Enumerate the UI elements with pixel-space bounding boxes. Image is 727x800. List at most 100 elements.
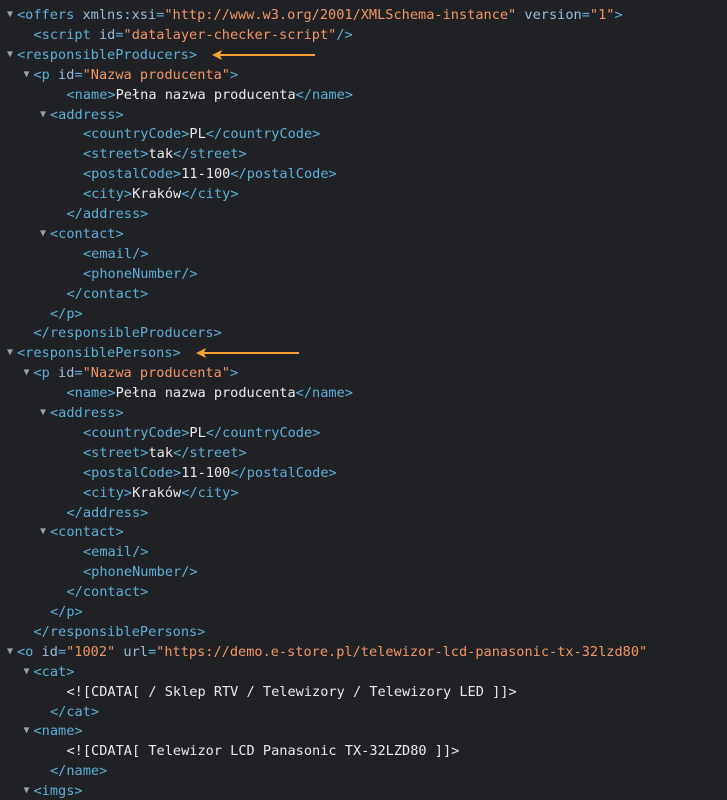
- xml-line: <email/>: [83, 244, 148, 264]
- xml-line: <countryCode>PL</countryCode>: [83, 423, 320, 443]
- xml-tree-viewer: ▼ <offers xmlns:xsi="http://www.w3.org/20…: [0, 0, 727, 800]
- xml-tag: </street>: [173, 444, 247, 461]
- xml-tag: </countryCode>: [205, 126, 321, 143]
- xml-tag: <city>: [83, 484, 133, 501]
- xml-text: PL: [189, 424, 206, 441]
- xml-line: <name>Pełna nazwa producenta</name>: [67, 383, 353, 403]
- xml-tag: </countryCode>: [205, 424, 321, 441]
- xml-tag: </contact>: [66, 285, 149, 302]
- xml-tag: =: [581, 7, 590, 23]
- xml-line[interactable]: ▼ <address>: [36, 403, 124, 423]
- expand-toggle-icon[interactable]: ▼: [20, 65, 34, 85]
- xml-tag: </address>: [66, 206, 149, 222]
- expand-toggle-icon[interactable]: ▼: [20, 781, 34, 800]
- expand-toggle-icon[interactable]: ▼: [3, 642, 17, 662]
- xml-line: </address>: [67, 503, 149, 523]
- xml-tag: <phoneNumber/>: [83, 564, 198, 581]
- xml-tag: </name>: [295, 385, 353, 402]
- xml-text: tak: [148, 146, 174, 163]
- expand-toggle-icon[interactable]: ▼: [20, 662, 34, 682]
- expand-toggle-icon[interactable]: ▼: [3, 343, 17, 363]
- xml-line[interactable]: ▼ <imgs>: [20, 781, 83, 800]
- xml-attr-value: "Nazwa producenta": [82, 66, 230, 83]
- xml-attr-name: xmlns:xsi: [74, 7, 157, 23]
- xml-text: Kraków: [132, 484, 182, 501]
- xml-tag: </contact>: [66, 584, 149, 601]
- xml-tag: </name>: [295, 86, 353, 103]
- xml-line[interactable]: ▼ <p id="Nazwa producenta">: [20, 363, 239, 383]
- xml-tag: <contact>: [50, 225, 124, 242]
- xml-line: <![CDATA[ / Sklep RTV / Telewizory / Tel…: [67, 682, 517, 702]
- xml-text: Pełna nazwa producenta: [115, 86, 296, 103]
- xml-line[interactable]: ▼ <responsiblePersons>: [3, 343, 181, 363]
- expand-toggle-icon[interactable]: ▼: [36, 224, 50, 244]
- xml-tag: >: [229, 365, 239, 382]
- xml-line: <phoneNumber/>: [83, 562, 198, 582]
- xml-tag: <email/>: [83, 245, 149, 262]
- xml-tag: <contact>: [50, 524, 124, 541]
- xml-text: Kraków: [132, 186, 182, 203]
- xml-line[interactable]: ▼ <contact>: [36, 224, 124, 244]
- xml-line: <email/>: [83, 542, 148, 562]
- xml-tag: <street>: [83, 146, 149, 163]
- xml-tag: </address>: [66, 504, 149, 521]
- xml-line[interactable]: ▼ <offers xmlns:xsi = "http://www.w3.org/20…: [3, 5, 623, 25]
- xml-tag: </city>: [181, 484, 239, 501]
- xml-line: </contact>: [67, 284, 149, 304]
- xml-text: <![CDATA[ / Sklep RTV / Telewizory / Tel…: [66, 683, 517, 700]
- xml-tag: <responsibleProducers>: [17, 46, 198, 63]
- xml-text: Pełna nazwa producenta: [115, 385, 296, 402]
- expand-toggle-icon[interactable]: ▼: [36, 522, 50, 542]
- xml-line[interactable]: ▼ <responsibleProducers>: [3, 45, 197, 65]
- expand-toggle-icon[interactable]: ▼: [36, 403, 50, 423]
- xml-tag: <imgs>: [33, 783, 83, 800]
- xml-tag: <countryCode>: [83, 126, 190, 143]
- xml-tag: <countryCode>: [83, 424, 190, 441]
- xml-line: <name>Pełna nazwa producenta</name>: [67, 85, 353, 105]
- xml-line: <city>Kraków</city>: [83, 483, 239, 503]
- xml-line[interactable]: ▼ <contact>: [36, 522, 124, 542]
- xml-tag: </city>: [181, 186, 239, 203]
- xml-line: </p>: [50, 304, 83, 324]
- xml-tag: <p: [33, 365, 50, 382]
- xml-tag: </name>: [50, 763, 108, 780]
- xml-tag: <name>: [33, 723, 83, 740]
- xml-text: PL: [189, 126, 206, 143]
- xml-tag: <phoneNumber/>: [83, 265, 198, 282]
- xml-line: <postalCode>11-100</postalCode>: [83, 164, 337, 184]
- xml-tag: <name>: [66, 86, 116, 103]
- expand-toggle-icon[interactable]: ▼: [3, 5, 17, 25]
- xml-tag: </p>: [50, 604, 83, 620]
- xml-tag: </postalCode>: [230, 166, 337, 183]
- xml-attr-name: id: [49, 365, 75, 382]
- xml-line[interactable]: ▼ <name>: [20, 721, 83, 741]
- xml-tag: />: [336, 26, 353, 43]
- annotation-arrow-icon: [195, 348, 299, 359]
- xml-line[interactable]: ▼ <p id="Nazwa producenta">: [20, 65, 239, 85]
- xml-tag: </p>: [50, 305, 83, 322]
- xml-line: </address>: [67, 204, 149, 224]
- xml-tag: =: [57, 643, 67, 660]
- expand-toggle-icon[interactable]: ▼: [20, 363, 34, 383]
- xml-line[interactable]: ▼ <o id="1002" url="https://demo.e-store.…: [3, 642, 647, 662]
- xml-tag: <email/>: [83, 544, 149, 561]
- expand-toggle-icon[interactable]: ▼: [20, 721, 34, 741]
- xml-line[interactable]: ▼ <cat>: [20, 662, 74, 682]
- xml-tag: =: [74, 365, 83, 382]
- xml-line: <street>tak</street>: [83, 443, 247, 463]
- expand-toggle-icon[interactable]: ▼: [36, 105, 50, 125]
- xml-tag: <name>: [66, 385, 116, 402]
- xml-line: </name>: [50, 761, 107, 781]
- xml-tag: >: [229, 66, 239, 83]
- xml-tag: <offers: [17, 7, 75, 23]
- xml-text: 11-100: [181, 166, 231, 183]
- expand-toggle-icon[interactable]: ▼: [3, 45, 17, 65]
- xml-line: </cat>: [50, 702, 99, 722]
- xml-line[interactable]: ▼ <address>: [36, 105, 124, 125]
- xml-attr-value: "datalayer-checker-script": [123, 26, 337, 43]
- xml-line: <postalCode>11-100</postalCode>: [83, 463, 337, 483]
- xml-tag: <script: [33, 26, 91, 43]
- xml-attr-name: id: [49, 66, 75, 83]
- annotation-arrow-icon: [212, 49, 316, 60]
- xml-attr-name: id: [90, 26, 116, 43]
